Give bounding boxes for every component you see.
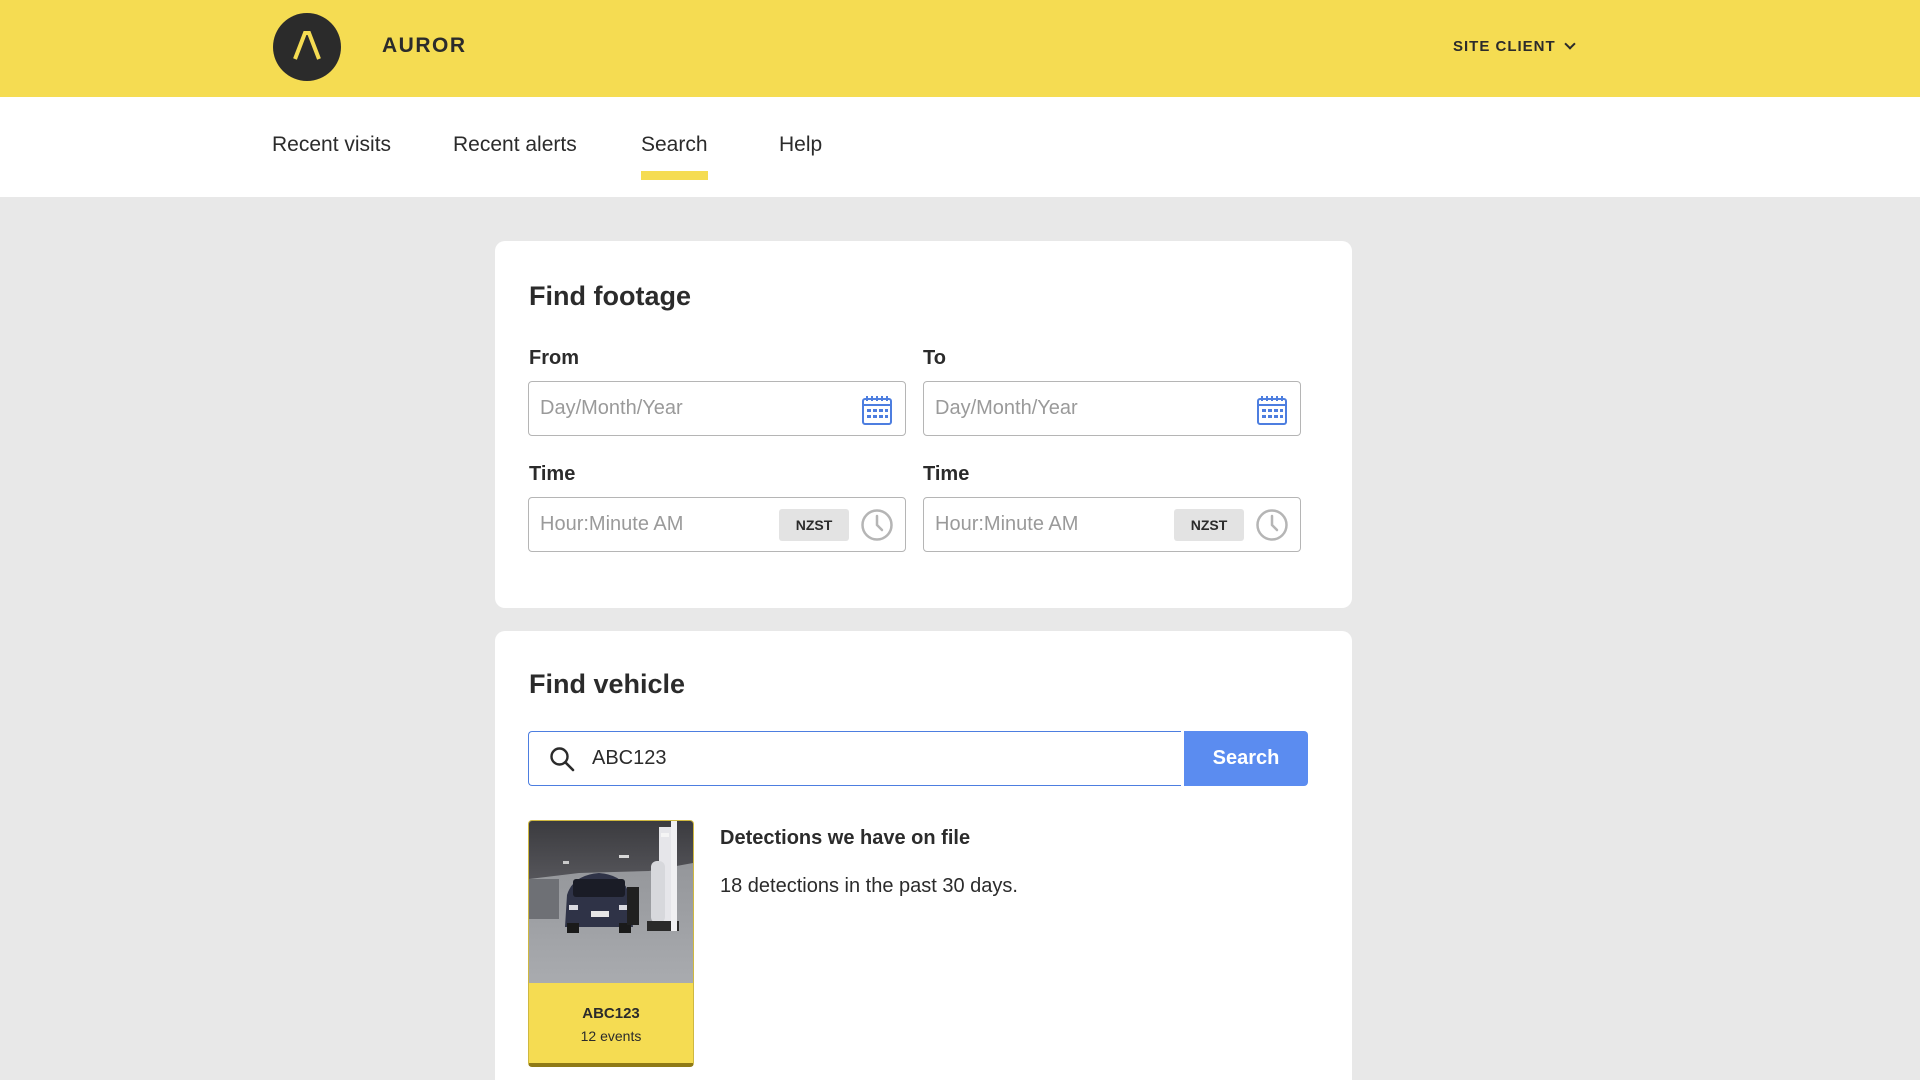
to-time-field[interactable]: NZST [923, 497, 1301, 552]
from-date-label: From [529, 347, 579, 369]
find-footage-title: Find footage [529, 281, 691, 311]
detections-summary: 18 detections in the past 30 days. [720, 875, 1018, 897]
active-tab-indicator [641, 171, 708, 180]
detections-heading: Detections we have on file [720, 827, 971, 849]
timezone-badge: NZST [1174, 509, 1244, 541]
nav-item-search[interactable]: Search [641, 133, 708, 180]
from-date-field[interactable] [528, 381, 906, 436]
top-bar: AUROR SITE CLIENT [0, 0, 1920, 97]
find-vehicle-card: Find vehicle Search [495, 631, 1352, 1080]
from-date-input[interactable] [540, 382, 800, 435]
vehicle-result-card[interactable]: ABC123 12 events [528, 820, 694, 1067]
to-time-input[interactable] [935, 498, 1165, 551]
nav-item-recent-visits[interactable]: Recent visits [272, 133, 391, 157]
calendar-icon[interactable] [1256, 394, 1288, 426]
account-menu-label: SITE CLIENT [1453, 38, 1556, 55]
nav-item-search-label: Search [641, 133, 708, 156]
clock-icon[interactable] [860, 508, 894, 542]
find-footage-card: Find footage From To Ti [495, 241, 1352, 608]
account-menu[interactable]: SITE CLIENT [1453, 38, 1576, 55]
from-time-label: Time [529, 463, 576, 485]
main-nav: Recent visits Recent alerts Search Help [0, 97, 1920, 197]
brand-name: AUROR [382, 34, 467, 57]
to-date-field[interactable] [923, 381, 1301, 436]
from-time-input[interactable] [540, 498, 770, 551]
vehicle-event-count: 12 events [580, 1028, 642, 1044]
find-vehicle-title: Find vehicle [529, 669, 686, 699]
chevron-down-icon [1564, 38, 1576, 50]
vehicle-plate: ABC123 [582, 1005, 640, 1022]
vehicle-search-input[interactable] [592, 732, 1152, 784]
auror-logo[interactable] [273, 13, 341, 81]
search-icon [550, 747, 575, 772]
nav-item-recent-alerts[interactable]: Recent alerts [453, 133, 577, 157]
vehicle-search-field[interactable] [528, 731, 1181, 786]
to-date-label: To [923, 347, 946, 369]
clock-icon[interactable] [1255, 508, 1289, 542]
calendar-icon[interactable] [861, 394, 893, 426]
logo-mark-icon [293, 31, 321, 60]
to-date-input[interactable] [935, 382, 1195, 435]
from-time-field[interactable]: NZST [528, 497, 906, 552]
vehicle-snapshot [529, 821, 693, 983]
to-time-label: Time [923, 463, 970, 485]
timezone-badge: NZST [779, 509, 849, 541]
nav-item-help[interactable]: Help [779, 133, 822, 157]
search-button[interactable]: Search [1184, 731, 1308, 786]
